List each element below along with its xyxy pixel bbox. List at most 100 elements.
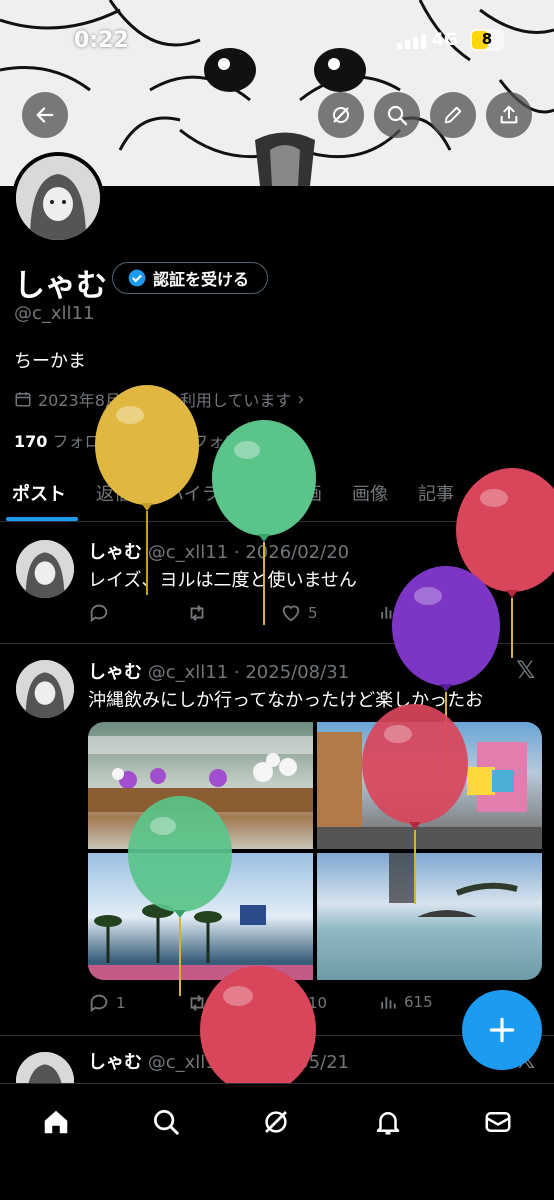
tweet-meta: @c_xll11 · 2025/08/31 xyxy=(147,662,350,683)
home-icon xyxy=(44,1110,68,1134)
tweet-meta: @c_xll11 · 2025/05/21 xyxy=(147,1052,350,1073)
tweet-actions: 1 10 615 xyxy=(88,992,528,1018)
views-button[interactable]: 615 xyxy=(378,992,433,1012)
search-icon xyxy=(154,1110,179,1135)
battery-level: 8 xyxy=(481,30,493,48)
bell-icon xyxy=(376,1112,400,1135)
tweet-author-name: しゃむ xyxy=(88,1052,142,1073)
grok-button[interactable] xyxy=(318,92,364,138)
get-verified-label: 認証を受ける xyxy=(153,270,250,289)
x-logo-icon: 𝕏 xyxy=(516,536,536,564)
bookmark-icon xyxy=(476,603,488,622)
share-icon xyxy=(500,105,518,124)
search-button[interactable] xyxy=(374,92,420,138)
network-label: 4G xyxy=(432,30,458,50)
profile-avatar[interactable] xyxy=(12,152,104,244)
profile-handle: @c_xll11 xyxy=(14,303,95,324)
views-icon xyxy=(381,607,396,619)
get-verified-button[interactable]: 認証を受ける xyxy=(112,262,269,294)
nav-messages[interactable] xyxy=(478,1102,518,1142)
avatar[interactable] xyxy=(16,660,74,718)
profile-bio: ちーかま xyxy=(14,351,86,372)
heart-icon xyxy=(282,995,300,1012)
search-icon xyxy=(387,105,408,126)
heart-icon xyxy=(282,605,300,622)
back-button[interactable] xyxy=(22,92,68,138)
compose-post-button[interactable] xyxy=(462,990,542,1070)
followers-label: フォロワー xyxy=(192,432,273,451)
bottom-navigation xyxy=(0,1083,554,1200)
mail-icon xyxy=(485,1112,511,1132)
like-button[interactable]: 10 xyxy=(280,992,327,1014)
pencil-icon xyxy=(444,106,462,124)
tweet-text: 沖縄飲みにしか行ってなかったけど楽しかったお xyxy=(88,690,484,711)
profile-name: しゃむ xyxy=(14,268,107,304)
following-count: 170 xyxy=(14,432,48,451)
following-link[interactable]: 170 フォロー中 xyxy=(14,432,133,451)
tab-articles[interactable]: 記事 xyxy=(418,480,454,506)
nav-notifications[interactable] xyxy=(368,1102,408,1142)
chevron-right-icon: › xyxy=(297,388,305,410)
views-button[interactable]: 94 xyxy=(378,602,423,622)
nav-home[interactable] xyxy=(36,1102,76,1142)
battery-icon: 8 xyxy=(470,29,504,51)
repost-button[interactable] xyxy=(186,992,208,1014)
nav-search[interactable] xyxy=(146,1102,186,1142)
status-time: 0:22 xyxy=(74,28,129,53)
reply-icon xyxy=(90,604,108,623)
tab-videos[interactable]: 動画 xyxy=(286,480,322,506)
active-tab-indicator xyxy=(6,517,78,521)
like-button[interactable]: 5 xyxy=(280,602,318,624)
tweet-author-name: しゃむ xyxy=(88,542,142,563)
plus-icon xyxy=(489,1017,515,1043)
edit-button[interactable] xyxy=(430,92,476,138)
following-label: フォロー中 xyxy=(52,432,133,451)
profile-tabs: ポスト 返信 ハイライト 動画 画像 記事 いいね xyxy=(0,472,554,522)
avatar[interactable] xyxy=(16,540,74,598)
photo-palm-beach[interactable] xyxy=(88,853,313,980)
bookmark-button[interactable] xyxy=(472,602,492,622)
repost-icon xyxy=(190,605,204,621)
photo-sea[interactable] xyxy=(317,853,542,980)
follow-counts: 170 フォロー中 252 フォロワー xyxy=(14,428,272,452)
reply-count: 1 xyxy=(116,994,126,1012)
joined-date[interactable]: 2023年8月からXを利用しています › xyxy=(14,387,305,411)
joined-label: 2023年8月からXを利用しています xyxy=(38,391,292,410)
signal-icon xyxy=(397,34,426,49)
followers-count: 252 xyxy=(153,432,188,451)
tweet-actions: 5 94 xyxy=(88,602,528,628)
tweet-media-grid[interactable] xyxy=(88,722,542,980)
status-bar: 0:22 4G 8 xyxy=(0,0,554,80)
reply-icon xyxy=(90,994,108,1013)
photo-airport-flowers[interactable] xyxy=(88,722,313,849)
like-count: 10 xyxy=(308,994,328,1012)
x-logo-icon: 𝕏 xyxy=(516,656,536,684)
photo-street[interactable] xyxy=(317,722,542,849)
tweet-author-name: しゃむ xyxy=(88,662,142,683)
like-count: 5 xyxy=(308,604,318,622)
tab-likes[interactable]: いいね xyxy=(484,480,538,506)
nav-grok[interactable] xyxy=(256,1102,296,1142)
tab-posts[interactable]: ポスト xyxy=(12,480,66,506)
views-count: 615 xyxy=(404,993,433,1011)
tab-replies[interactable]: 返信 xyxy=(96,480,132,506)
tweet-item[interactable]: しゃむ @c_xll11 · 2026/02/20 𝕏 レイズ、ヨルは二度と使い… xyxy=(0,522,554,644)
tweet-text: レイズ、ヨルは二度と使いません xyxy=(88,570,357,591)
tab-media[interactable]: 画像 xyxy=(352,480,388,506)
grok-icon xyxy=(265,1111,287,1133)
calendar-icon xyxy=(15,392,31,407)
grok-icon xyxy=(333,107,349,123)
views-icon xyxy=(381,997,396,1009)
avatar xyxy=(16,156,100,240)
reply-button[interactable] xyxy=(88,602,110,624)
repost-button[interactable] xyxy=(186,602,208,624)
tweet-meta: @c_xll11 · 2026/02/20 xyxy=(147,542,350,563)
views-count: 94 xyxy=(404,603,424,621)
reply-button[interactable]: 1 xyxy=(88,992,126,1014)
followers-link[interactable]: 252 フォロワー xyxy=(154,432,273,451)
verified-badge-icon xyxy=(128,269,146,287)
arrow-left-icon xyxy=(36,107,54,123)
tab-highlights[interactable]: ハイライト xyxy=(166,480,256,506)
repost-icon xyxy=(190,995,204,1011)
share-button[interactable] xyxy=(486,92,532,138)
